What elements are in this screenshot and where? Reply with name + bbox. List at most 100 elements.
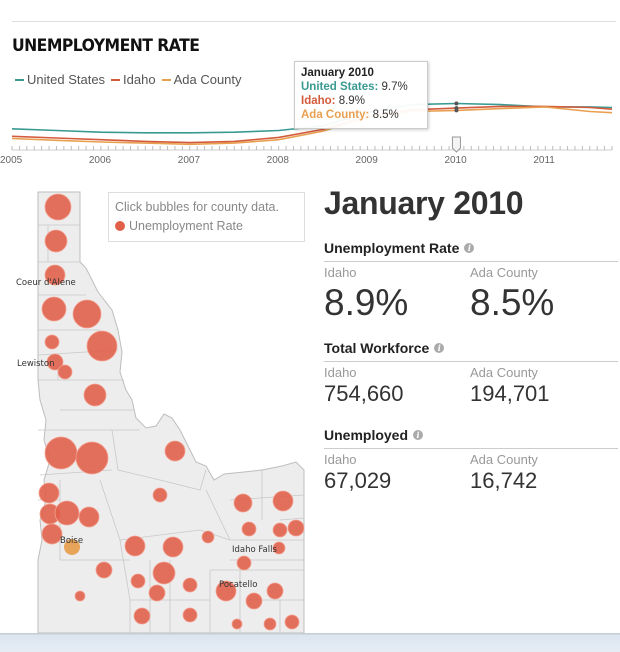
detail-panel: January 2010 Unemployment Rate i Idaho 8.9…: [324, 185, 618, 494]
info-icon[interactable]: i: [434, 343, 445, 353]
browser-status-bar: [0, 633, 620, 652]
section-title-text: Total Workforce: [324, 340, 430, 356]
county-bubble[interactable]: [182, 577, 198, 593]
x-tick-label: 2008: [267, 155, 290, 166]
county-bubble[interactable]: [83, 383, 107, 407]
chart-title: UNEMPLOYMENT RATE: [12, 36, 200, 56]
stat-label: Idaho: [324, 452, 357, 467]
selected-point: [454, 101, 459, 106]
stat-ada: Ada County 8.5%: [470, 262, 616, 324]
stat-idaho: Idaho 8.9%: [324, 262, 470, 324]
county-bubble[interactable]: [164, 440, 186, 462]
stat-value: 16,742: [470, 468, 538, 493]
county-bubble[interactable]: [41, 523, 63, 545]
stat-idaho: Idaho 754,660: [324, 362, 470, 407]
stat-value: 8.5%: [470, 282, 555, 323]
stat-ada: Ada County 16,742: [470, 449, 616, 494]
county-bubble[interactable]: [272, 490, 294, 512]
timeline-slider-handle[interactable]: [451, 136, 461, 153]
city-label-lewiston: Lewiston: [17, 359, 54, 369]
legend-item-ada[interactable]: Ada County: [161, 72, 242, 87]
info-icon[interactable]: i: [413, 430, 424, 440]
stat-value: 754,660: [324, 381, 404, 406]
city-label-idaho-falls: Idaho Falls: [232, 545, 277, 555]
x-tick-label: 2005: [0, 155, 23, 166]
county-bubble[interactable]: [162, 536, 184, 558]
county-bubble[interactable]: [284, 614, 300, 630]
county-bubble[interactable]: [41, 296, 67, 322]
chart-tooltip: January 2010 United States: 9.7% Idaho: …: [294, 61, 428, 129]
county-bubble[interactable]: [245, 592, 263, 610]
county-bubble[interactable]: [152, 561, 176, 585]
selected-point: [454, 108, 459, 113]
county-bubble[interactable]: [86, 330, 118, 362]
county-bubble[interactable]: [44, 193, 72, 221]
county-bubble[interactable]: [38, 482, 60, 504]
county-bubble[interactable]: [124, 535, 146, 557]
legend-label: Ada County: [173, 72, 242, 87]
stat-value: 194,701: [470, 381, 550, 406]
county-bubble[interactable]: [54, 500, 80, 526]
county-bubble[interactable]: [75, 441, 109, 475]
tooltip-date: January 2010: [301, 67, 374, 79]
idaho-map[interactable]: Coeur d'Alene Lewiston Boise Idaho Falls…: [0, 185, 310, 633]
legend-item-us[interactable]: United States: [15, 72, 105, 87]
x-tick-label: 2010: [444, 155, 467, 166]
county-bubble[interactable]: [233, 493, 253, 513]
legend-swatch: [161, 78, 171, 81]
county-bubble[interactable]: [44, 436, 78, 470]
tooltip-row-us: United States: 9.7%: [301, 80, 421, 94]
tooltip-row-idaho: Idaho: 8.9%: [301, 94, 421, 108]
section-title-text: Unemployed: [324, 427, 409, 443]
county-bubble[interactable]: [78, 506, 100, 528]
legend-label: Idaho: [123, 72, 156, 87]
legend-item-idaho[interactable]: Idaho: [111, 72, 156, 87]
stat-value: 67,029: [324, 468, 392, 493]
county-bubble[interactable]: [231, 618, 243, 630]
county-bubble[interactable]: [74, 590, 86, 602]
stat-ada: Ada County 194,701: [470, 362, 616, 407]
top-divider: [12, 21, 616, 22]
x-tick-label: 2011: [533, 155, 555, 166]
tooltip-row-ada: Ada County: 8.5%: [301, 108, 421, 122]
stat-label: Ada County: [470, 365, 538, 380]
tooltip-label: Idaho:: [301, 95, 336, 107]
county-bubble[interactable]: [133, 607, 151, 625]
stat-value: 8.9%: [324, 282, 409, 323]
city-label-boise: Boise: [60, 536, 83, 546]
county-bubble[interactable]: [44, 229, 68, 253]
county-bubble[interactable]: [152, 487, 168, 503]
section-title: Unemployment Rate i: [324, 240, 618, 262]
stat-label: Idaho: [324, 365, 357, 380]
county-bubble[interactable]: [272, 522, 288, 538]
section-title: Total Workforce i: [324, 340, 618, 362]
x-tick-label: 2009: [356, 155, 379, 166]
legend-swatch: [15, 78, 24, 81]
line-legend: United States Idaho Ada County: [15, 72, 242, 87]
stat-label: Ada County: [470, 265, 538, 280]
x-tick-label: 2007: [178, 155, 201, 166]
stat-label: Ada County: [470, 452, 538, 467]
section-total-workforce: Total Workforce i Idaho 754,660 Ada County…: [324, 340, 618, 407]
county-bubble[interactable]: [148, 584, 166, 602]
county-bubble[interactable]: [266, 582, 284, 600]
legend-label: United States: [27, 72, 106, 87]
county-bubble[interactable]: [57, 364, 73, 380]
map-legend-item: Unemployment Rate: [115, 217, 298, 236]
county-bubble[interactable]: [287, 519, 305, 537]
section-title-text: Unemployment Rate: [324, 240, 460, 256]
info-icon[interactable]: i: [464, 243, 475, 253]
legend-swatch: [111, 78, 121, 81]
stat-label: Idaho: [324, 265, 357, 280]
county-bubble[interactable]: [130, 573, 146, 589]
county-bubble[interactable]: [182, 607, 198, 623]
stat-idaho: Idaho 67,029: [324, 449, 470, 494]
county-bubble[interactable]: [95, 561, 113, 579]
county-bubble[interactable]: [201, 530, 215, 544]
city-label-coeur-dalene: Coeur d'Alene: [16, 278, 76, 288]
county-bubble[interactable]: [72, 299, 102, 329]
county-bubble[interactable]: [241, 521, 257, 537]
county-bubble[interactable]: [263, 617, 277, 631]
county-bubble[interactable]: [236, 555, 252, 571]
county-bubble[interactable]: [44, 334, 60, 350]
